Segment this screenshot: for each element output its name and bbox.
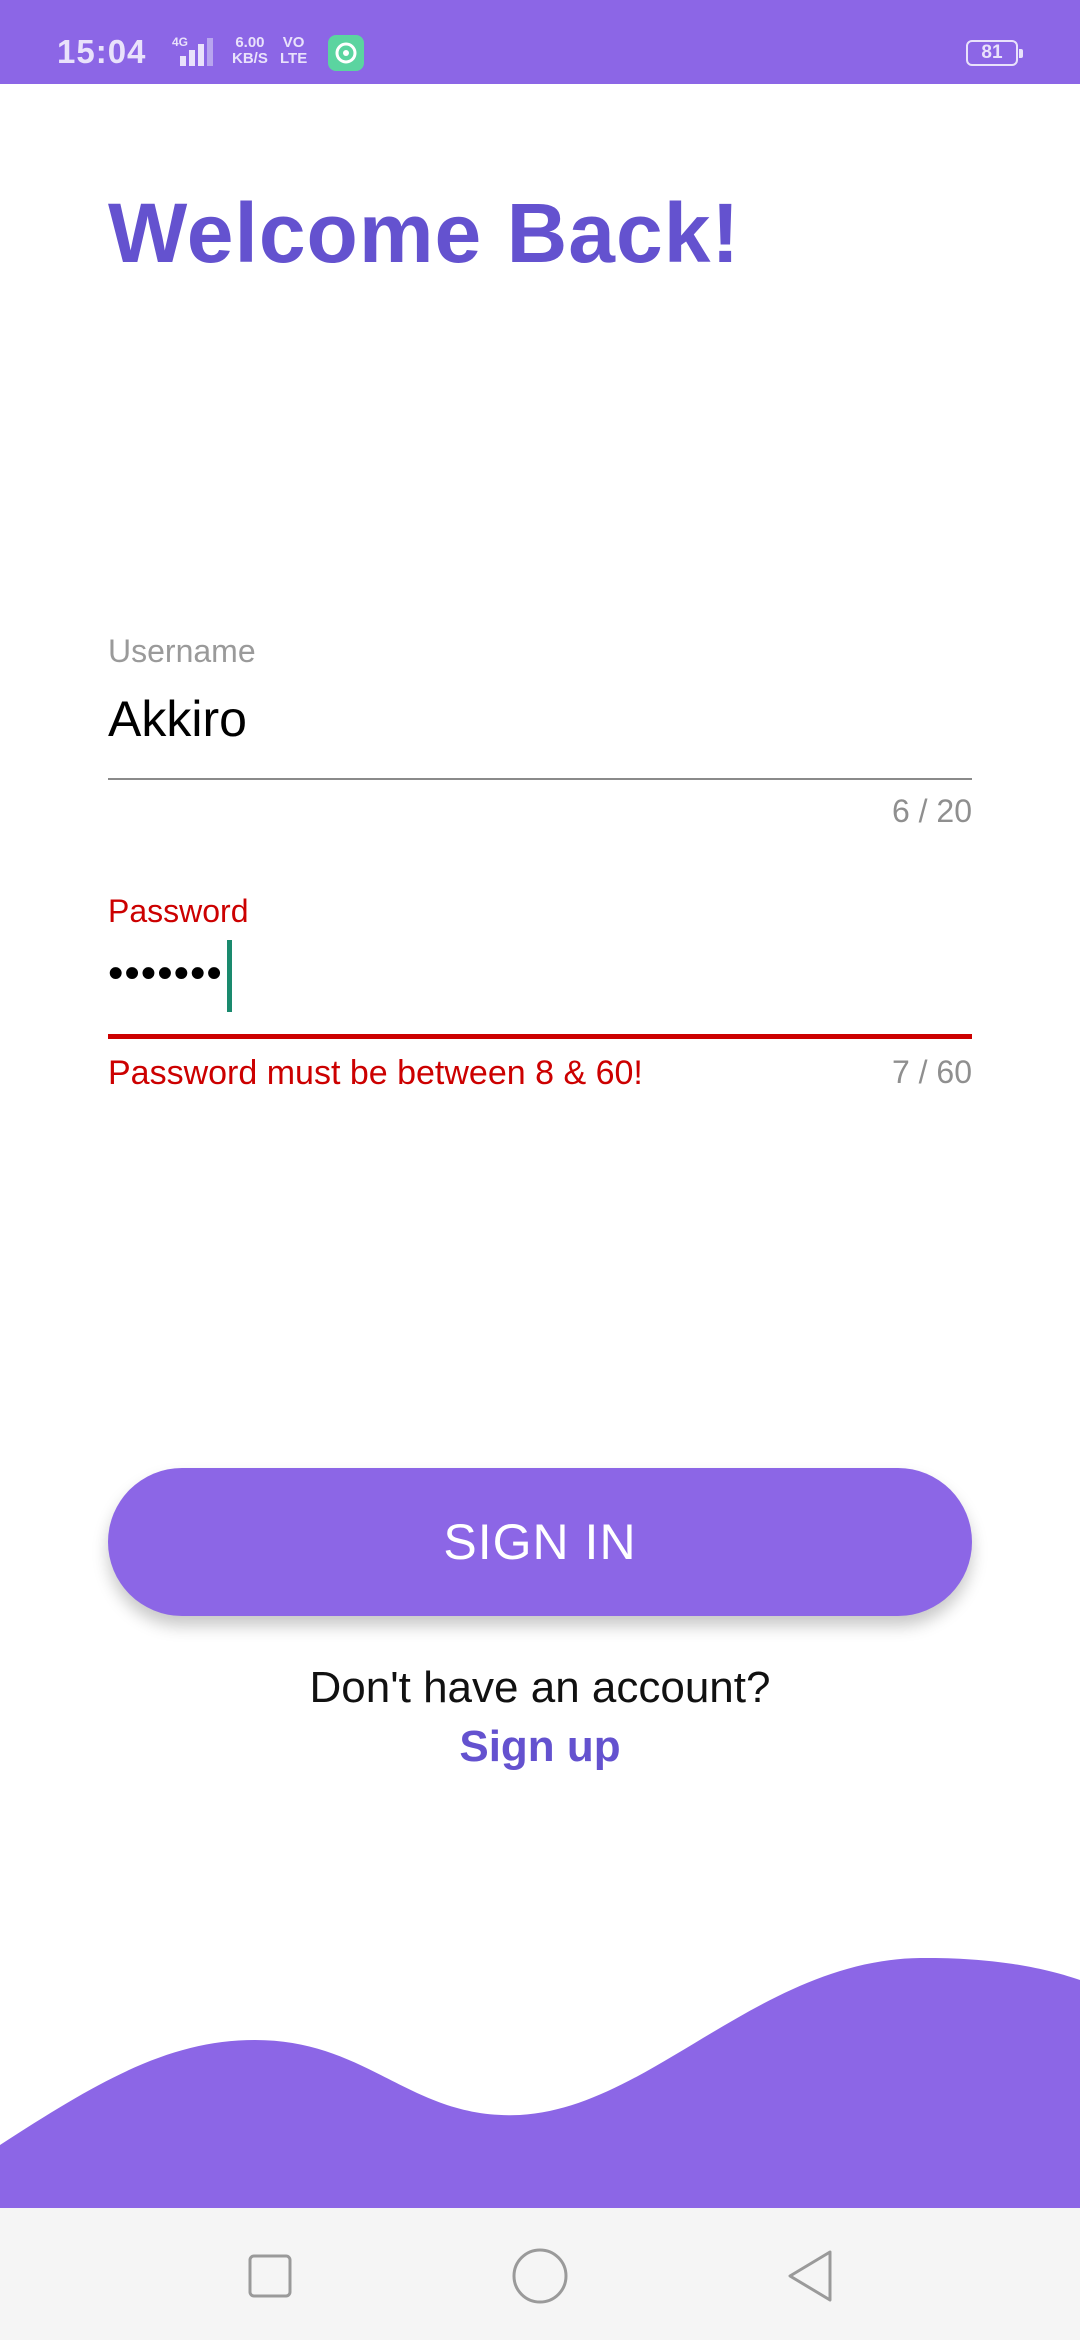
svg-text:4G: 4G [172,35,188,49]
password-field[interactable]: Password ••••••• Password must be betwee… [108,890,972,1110]
password-input[interactable]: ••••••• [108,940,232,1012]
text-cursor [226,940,232,1012]
no-account-text: Don't have an account? [309,1663,771,1712]
username-counter: 6 / 20 [891,793,972,829]
network-speed: 6.00 KB/S [232,34,268,67]
password-counter: 7 / 60 [891,1054,972,1090]
decorative-wave [0,1957,1080,2210]
username-label: Username [108,633,256,669]
sign-up-link[interactable]: Sign up [0,1722,1080,1772]
navigation-bar [0,2208,1080,2340]
password-error: Password must be between 8 & 60! [108,1054,643,1092]
app-notification-icon [328,35,364,71]
username-input[interactable]: Akkiro [108,690,247,748]
page-title: Welcome Back! [108,186,741,280]
square-icon[interactable] [240,2246,300,2306]
password-mask: ••••••• [108,948,223,998]
signal-icon: 4G [166,34,222,75]
password-underline [108,1034,972,1039]
password-label: Password [108,893,249,929]
triangle-back-icon[interactable] [780,2246,840,2306]
username-field[interactable]: Username Akkiro 6 / 20 [108,630,972,830]
sign-in-button[interactable]: SIGN IN [108,1468,972,1616]
status-time: 15:04 [57,33,147,70]
circle-icon[interactable] [510,2246,570,2306]
volte-indicator: VO LTE [280,34,308,67]
status-bar: 15:04 4G 6.00 KB/S VO LTE 81 [0,0,1080,84]
battery-icon: 81 [966,40,1023,66]
username-underline [108,778,972,780]
